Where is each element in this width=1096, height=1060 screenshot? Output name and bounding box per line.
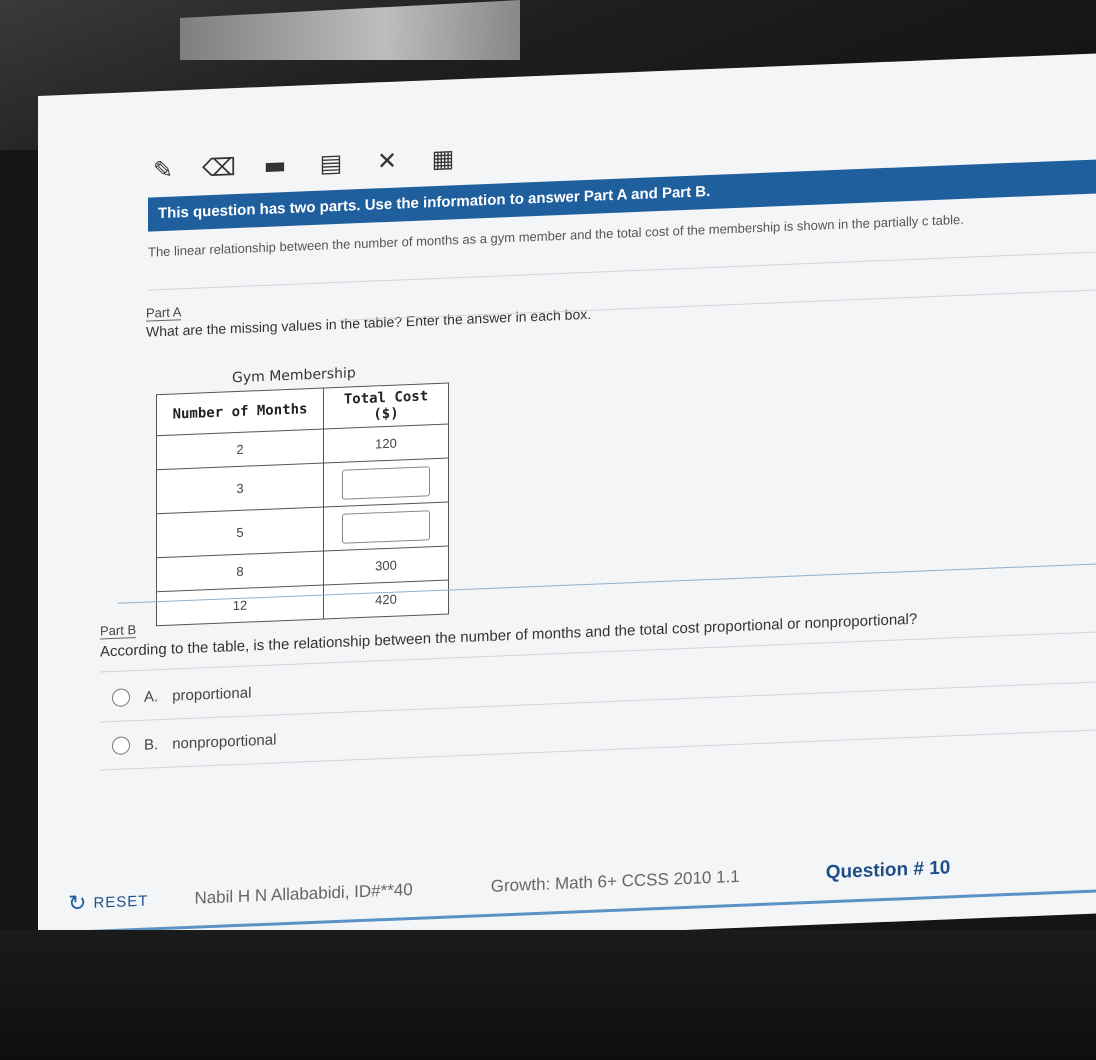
highlighter-icon[interactable]: ▬ xyxy=(260,150,290,181)
calculator-icon[interactable]: ▦ xyxy=(428,143,458,174)
notepad-icon[interactable]: ▤ xyxy=(316,148,346,179)
student-name: Nabil H N Allababidi, ID#**40 xyxy=(194,879,413,908)
answer-option-a[interactable]: A. proportional xyxy=(112,683,252,708)
answer-option-b[interactable]: B. nonproportional xyxy=(112,730,277,756)
months-cell: 12 xyxy=(156,585,324,626)
refresh-icon: ↻ xyxy=(68,890,88,917)
answer-input-box[interactable] xyxy=(342,509,430,544)
part-a-question: What are the missing values in the table… xyxy=(146,305,592,340)
tool-bar: ✎ ⌫ ▬ ▤ ✕ ▦ xyxy=(148,137,458,191)
cost-cell xyxy=(323,502,449,552)
column-header-cost: Total Cost ($) xyxy=(323,383,449,430)
option-letter: B. xyxy=(144,735,159,754)
course-name: Growth: Math 6+ CCSS 2010 1.1 xyxy=(490,866,740,896)
footer-bar: ↻ RESET Nabil H N Allababidi, ID#**40 Gr… xyxy=(68,838,1096,927)
test-screen: ✎ ⌫ ▬ ▤ ✕ ▦ This question has two parts.… xyxy=(38,51,1096,956)
part-a-label: Part A xyxy=(146,304,182,322)
cost-cell xyxy=(323,458,449,508)
answer-eliminator-icon[interactable]: ✕ xyxy=(372,145,402,176)
divider xyxy=(338,287,1096,321)
reset-button[interactable]: ↻ RESET xyxy=(68,888,149,917)
cost-cell: 120 xyxy=(323,424,449,464)
reset-label: RESET xyxy=(93,892,149,912)
cost-cell: 420 xyxy=(323,580,449,620)
table-title: Gym Membership xyxy=(232,365,356,387)
radio-button[interactable] xyxy=(112,688,130,708)
eraser-icon[interactable]: ⌫ xyxy=(202,152,236,183)
answer-input-box[interactable] xyxy=(342,465,430,500)
months-cell: 5 xyxy=(156,507,324,558)
part-b-label: Part B xyxy=(100,622,137,640)
pencil-icon[interactable]: ✎ xyxy=(148,154,178,185)
question-number: Question # 10 xyxy=(825,857,951,884)
column-header-months: Number of Months xyxy=(156,388,324,436)
option-text: nonproportional xyxy=(172,730,277,753)
option-letter: A. xyxy=(144,687,159,706)
device-bezel-bottom xyxy=(0,930,1096,1060)
months-cell: 3 xyxy=(156,463,324,514)
cost-cell: 300 xyxy=(323,546,449,586)
option-text: proportional xyxy=(172,683,252,705)
radio-button[interactable] xyxy=(112,736,130,756)
gym-membership-table: Number of Months Total Cost ($) 2 120 3 … xyxy=(156,382,449,627)
